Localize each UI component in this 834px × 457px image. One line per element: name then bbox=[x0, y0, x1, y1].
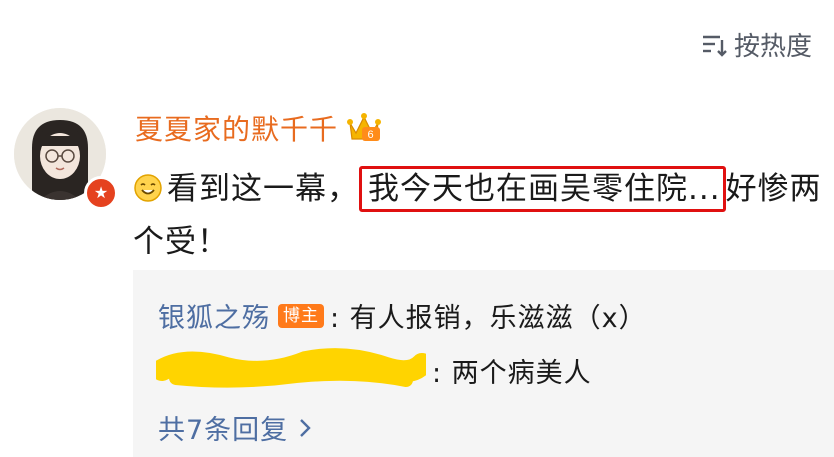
view-more-replies-link[interactable]: 共7条回复 bbox=[158, 408, 312, 447]
smiley-emoji-icon bbox=[134, 174, 162, 202]
reply-item[interactable]: : 两个病美人 bbox=[156, 348, 592, 392]
comment-author[interactable]: 夏夏家的默千千 6 bbox=[135, 108, 382, 148]
highlighted-text: 我今天也在画吴零住院... bbox=[359, 166, 726, 212]
reply-text: : 有人报销，乐滋滋（x） bbox=[330, 303, 647, 334]
blogger-badge: 博主 bbox=[278, 303, 324, 328]
crown-fan-icon: 6 bbox=[347, 113, 382, 141]
replies-panel: 银狐之殇 博主 : 有人报销，乐滋滋（x） : 两个病美人 共7条回复 bbox=[133, 270, 834, 457]
svg-text:6: 6 bbox=[367, 129, 374, 141]
sort-icon bbox=[702, 35, 727, 57]
verified-star-icon: ★ bbox=[84, 176, 118, 210]
sort-by-heat-button[interactable]: 按热度 bbox=[700, 26, 812, 63]
more-replies-label: 共7条回复 bbox=[158, 415, 289, 446]
redaction-scribble bbox=[156, 348, 426, 388]
comment-text-before: 看到这一幕， bbox=[167, 171, 359, 207]
username[interactable]: 夏夏家的默千千 bbox=[135, 108, 338, 148]
reply-text: : 两个病美人 bbox=[432, 357, 592, 389]
chevron-right-icon bbox=[300, 418, 311, 437]
avatar[interactable]: ★ bbox=[14, 108, 118, 210]
reply-item[interactable]: 银狐之殇 博主 : 有人报销，乐滋滋（x） bbox=[158, 296, 647, 335]
comment-text: 看到这一幕， 我今天也在画吴零住院... 好惨两个受！ bbox=[133, 163, 823, 269]
sort-label: 按热度 bbox=[733, 32, 812, 62]
reply-author[interactable]: 银狐之殇 bbox=[158, 296, 270, 335]
